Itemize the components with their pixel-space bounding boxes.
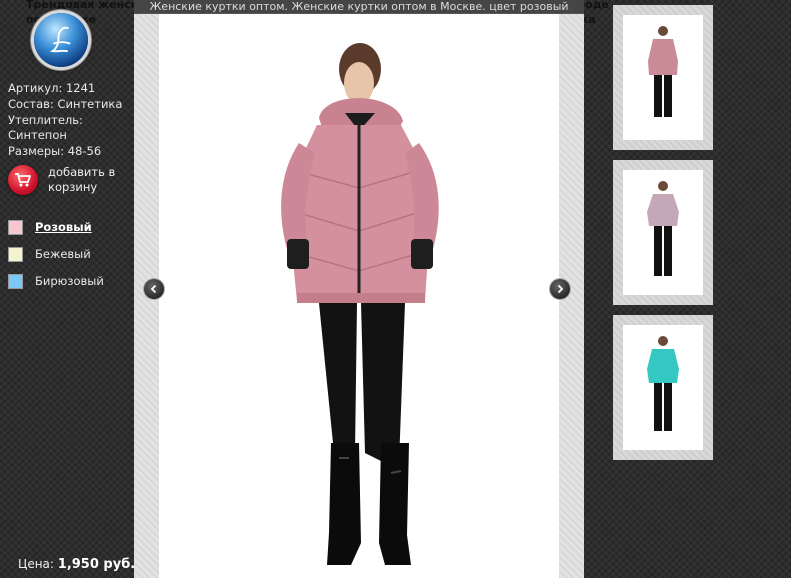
next-image-button[interactable] <box>550 279 570 299</box>
chevron-right-icon <box>557 284 564 294</box>
price-value: 1,950 руб. <box>57 557 136 572</box>
color-swatch <box>8 219 23 235</box>
site-logo[interactable] <box>34 13 88 67</box>
image-viewer <box>134 13 584 578</box>
color-swatch <box>8 273 23 289</box>
spec-article: Артикул: 1241 <box>8 81 96 95</box>
product-photo[interactable] <box>159 13 559 578</box>
color-swatch <box>8 246 23 262</box>
model-figure <box>281 43 439 565</box>
add-to-cart-label: добавить в корзину <box>48 165 116 194</box>
color-option-pink[interactable]: Розовый <box>8 219 104 235</box>
color-option-beige[interactable]: Бежевый <box>8 246 104 262</box>
prev-image-button[interactable] <box>144 279 164 299</box>
thumbnail-beige[interactable] <box>613 160 713 305</box>
thumbnail-pink[interactable] <box>613 5 713 150</box>
product-specs: Артикул: 1241 Состав: Синтетика Утеплите… <box>8 81 122 160</box>
image-caption: Женские куртки оптом. Женские куртки опт… <box>134 0 584 14</box>
description-line1-left: Трендовая женск <box>26 0 139 11</box>
add-to-cart-button[interactable]: добавить в корзину <box>8 165 118 195</box>
script-l-monogram-icon <box>49 26 71 53</box>
thumbnail-image <box>623 170 703 295</box>
thumbnail-image <box>623 325 703 450</box>
price-label: Цена: <box>18 557 54 571</box>
thumbnail-image <box>623 15 703 140</box>
color-options: Розовый Бежевый Бирюзовый <box>8 219 104 300</box>
price: Цена: 1,950 руб. <box>18 557 135 572</box>
spec-composition: Состав: Синтетика <box>8 96 123 111</box>
spec-insulation-value: Синтепон <box>8 128 67 143</box>
chevron-left-icon <box>150 284 157 294</box>
color-label: Розовый <box>35 220 92 234</box>
color-option-turquoise[interactable]: Бирюзовый <box>8 273 104 289</box>
spec-sizes: Размеры: 48-56 <box>8 144 102 159</box>
spec-insulation-label: Утеплитель: <box>8 112 83 127</box>
thumbnail-turquoise[interactable] <box>613 315 713 460</box>
color-label: Бирюзовый <box>35 274 104 288</box>
shopping-cart-icon <box>8 165 38 195</box>
color-label: Бежевый <box>35 247 91 261</box>
